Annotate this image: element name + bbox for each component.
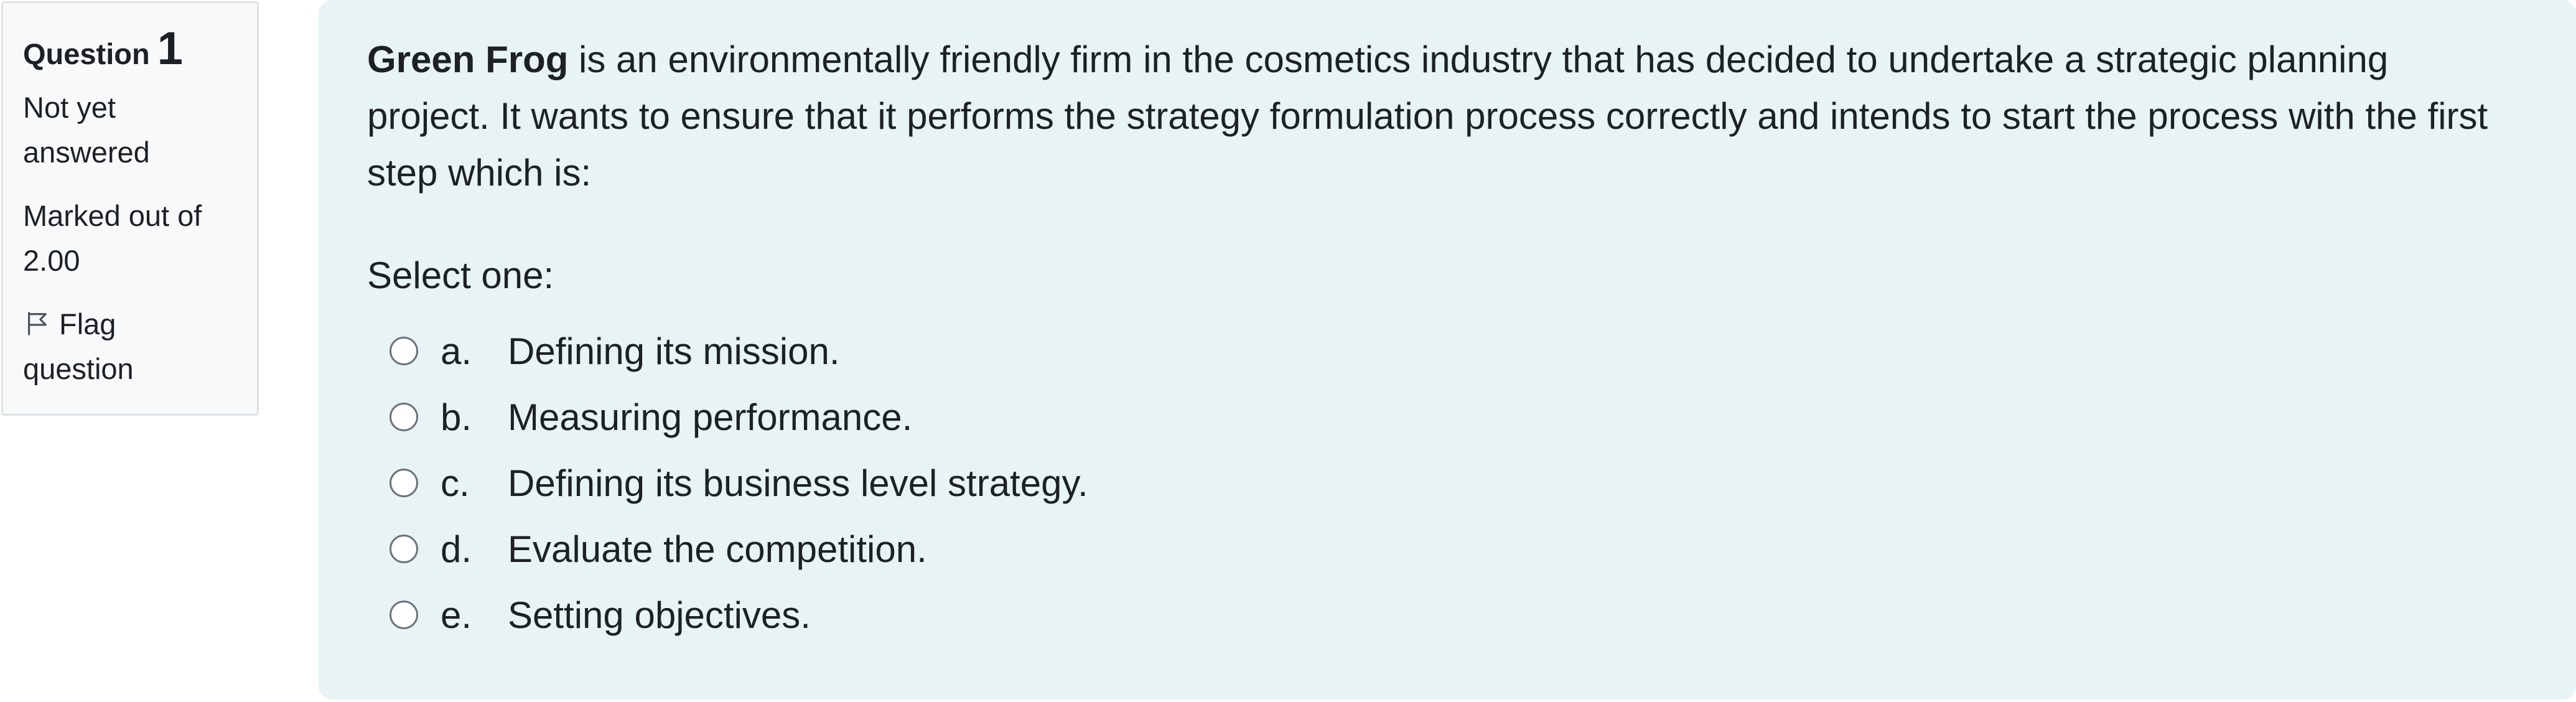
answer-option-d[interactable]: d. Evaluate the competition.: [367, 516, 2539, 582]
answer-letter: d.: [441, 528, 472, 570]
quiz-page: Question 1 Not yet answered Marked out o…: [0, 0, 2576, 702]
radio-button[interactable]: [390, 337, 418, 365]
question-body: is an environmentally friendly firm in t…: [367, 39, 2488, 194]
answer-text[interactable]: Setting objectives.: [508, 594, 811, 637]
answer-text[interactable]: Defining its business level strategy.: [508, 462, 1088, 505]
flag-outline-icon: [28, 312, 47, 335]
question-content-panel: Green Frog is an environmentally friendl…: [319, 0, 2576, 700]
answer-option-b[interactable]: b. Measuring performance.: [367, 384, 2539, 450]
answer-list: a. Defining its mission. b. Measuring pe…: [367, 318, 2539, 648]
flag-question-link[interactable]: Flag question: [23, 302, 185, 391]
answer-option-e[interactable]: e. Setting objectives.: [367, 582, 2539, 648]
answer-letter: c.: [441, 462, 470, 504]
answer-text[interactable]: Measuring performance.: [508, 396, 912, 439]
question-number-heading: Question 1: [23, 22, 257, 78]
answer-option-a[interactable]: a. Defining its mission.: [367, 318, 2539, 384]
question-grade: Marked out of 2.00: [23, 199, 202, 277]
answer-text[interactable]: Evaluate the competition.: [508, 528, 927, 571]
question-number: 1: [157, 22, 183, 74]
radio-button[interactable]: [390, 403, 418, 431]
question-bold-lead: Green Frog: [367, 39, 569, 80]
radio-button[interactable]: [390, 469, 418, 497]
radio-button[interactable]: [390, 601, 418, 629]
answer-option-c[interactable]: c. Defining its business level strategy.: [367, 450, 2539, 516]
question-state: Not yet answered: [23, 91, 150, 169]
question-text: Green Frog is an environmentally friendl…: [367, 31, 2514, 201]
question-word: Question: [23, 37, 150, 70]
select-one-prompt: Select one:: [367, 255, 554, 296]
question-info-panel: Question 1 Not yet answered Marked out o…: [1, 1, 259, 416]
answer-letter: a.: [441, 330, 472, 372]
answer-letter: b.: [441, 396, 472, 438]
answer-text[interactable]: Defining its mission.: [508, 330, 840, 373]
answer-letter: e.: [441, 594, 472, 636]
radio-button[interactable]: [390, 535, 418, 563]
